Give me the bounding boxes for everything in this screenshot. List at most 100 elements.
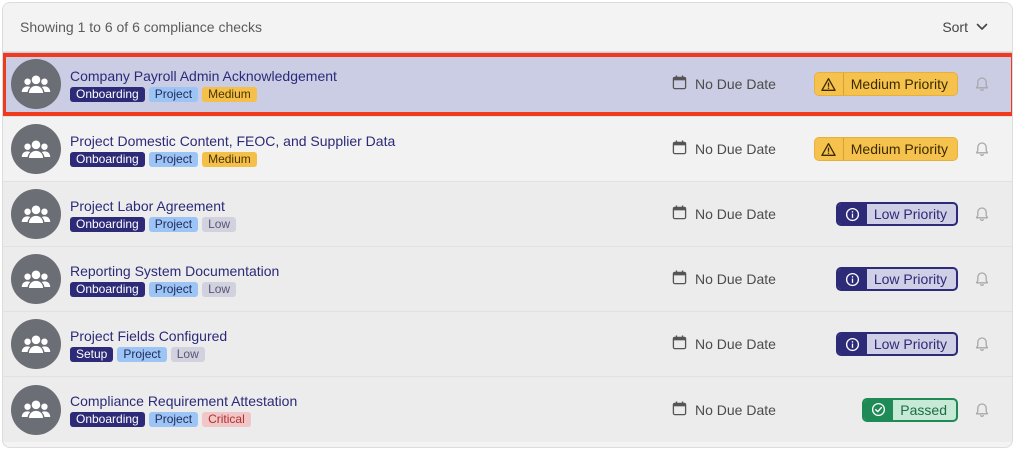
users-icon (11, 189, 61, 239)
status-cell: Medium Priority (794, 72, 958, 96)
status-badge[interactable]: Passed (862, 397, 958, 422)
users-icon (11, 124, 61, 174)
check-info: Compliance Requirement Attestation Onboa… (70, 392, 672, 427)
priority-tag: Low (202, 281, 237, 297)
bell-icon[interactable] (970, 76, 994, 92)
type-tag: Project (117, 346, 167, 362)
type-tag: Project (148, 281, 199, 297)
status-label: Low Priority (873, 206, 947, 222)
compliance-check-row[interactable]: Project Domestic Content, FEOC, and Supp… (3, 117, 1012, 182)
due-date-label: No Due Date (695, 271, 776, 287)
check-info: Company Payroll Admin Acknowledgement On… (70, 67, 672, 102)
list-header: Showing 1 to 6 of 6 compliance checks So… (3, 3, 1012, 52)
chevron-down-icon (976, 23, 988, 31)
calendar-icon (672, 335, 687, 353)
users-icon (11, 384, 61, 435)
check-info: Reporting System Documentation Onboardin… (70, 262, 672, 297)
check-info: Project Domestic Content, FEOC, and Supp… (70, 132, 672, 167)
tag-list: Onboarding Project Medium (70, 151, 672, 167)
due-date-label: No Due Date (695, 141, 776, 157)
compliance-check-list: Company Payroll Admin Acknowledgement On… (3, 52, 1012, 442)
category-tag: Setup (70, 346, 114, 362)
status-cell: Passed (794, 397, 958, 422)
status-label: Passed (900, 401, 947, 418)
tag-list: Onboarding Project Low (70, 216, 672, 232)
check-title[interactable]: Company Payroll Admin Acknowledgement (70, 68, 672, 85)
status-cell: Medium Priority (794, 137, 958, 161)
sort-label: Sort (942, 19, 968, 35)
type-tag: Project (148, 151, 199, 167)
compliance-check-row[interactable]: Project Labor Agreement Onboarding Proje… (3, 182, 1012, 247)
tag-list: Onboarding Project Medium (70, 86, 672, 102)
calendar-icon (672, 75, 687, 93)
check-title[interactable]: Project Fields Configured (70, 328, 672, 345)
due-date: No Due Date (672, 270, 780, 288)
category-tag: Onboarding (70, 216, 145, 232)
info-icon (837, 204, 867, 224)
tag-list: Onboarding Project Critical (70, 412, 672, 427)
check-circle-icon (864, 399, 894, 420)
status-badge[interactable]: Low Priority (835, 202, 958, 226)
warning-icon (814, 73, 844, 95)
due-date: No Due Date (672, 140, 780, 158)
compliance-check-row[interactable]: Project Fields Configured Setup Project … (3, 312, 1012, 377)
due-date-label: No Due Date (695, 336, 776, 352)
compliance-check-row[interactable]: Compliance Requirement Attestation Onboa… (3, 377, 1012, 442)
tag-list: Setup Project Low (70, 346, 672, 362)
users-icon (11, 59, 61, 109)
priority-tag: Low (170, 346, 205, 362)
due-date-label: No Due Date (695, 206, 776, 222)
compliance-check-row[interactable]: Company Payroll Admin Acknowledgement On… (3, 52, 1012, 117)
category-tag: Onboarding (70, 86, 145, 102)
status-label: Low Priority (873, 336, 947, 352)
due-date-label: No Due Date (695, 76, 776, 92)
calendar-icon (672, 270, 687, 288)
category-tag: Onboarding (70, 281, 145, 297)
priority-tag: Medium (202, 86, 257, 102)
bell-icon[interactable] (970, 141, 994, 157)
priority-tag: Medium (202, 151, 257, 167)
tag-list: Onboarding Project Low (70, 281, 672, 297)
status-label: Low Priority (873, 271, 947, 287)
check-title[interactable]: Project Domestic Content, FEOC, and Supp… (70, 133, 672, 150)
due-date: No Due Date (672, 335, 780, 353)
compliance-checks-panel: Showing 1 to 6 of 6 compliance checks So… (2, 2, 1013, 448)
type-tag: Project (148, 86, 199, 102)
status-label: Medium Priority (850, 76, 948, 92)
category-tag: Onboarding (70, 412, 145, 427)
status-cell: Low Priority (794, 202, 958, 226)
type-tag: Project (148, 412, 199, 427)
warning-icon (814, 138, 844, 160)
status-badge[interactable]: Medium Priority (813, 72, 958, 96)
bell-icon[interactable] (970, 402, 994, 418)
bell-icon[interactable] (970, 206, 994, 222)
calendar-icon (672, 140, 687, 158)
due-date: No Due Date (672, 205, 780, 223)
check-title[interactable]: Compliance Requirement Attestation (70, 393, 672, 410)
due-date-label: No Due Date (695, 401, 776, 418)
users-icon (11, 254, 61, 304)
status-badge[interactable]: Low Priority (835, 267, 958, 291)
check-title[interactable]: Project Labor Agreement (70, 198, 672, 215)
bell-icon[interactable] (970, 336, 994, 352)
info-icon (837, 334, 867, 354)
status-badge[interactable]: Medium Priority (813, 137, 958, 161)
info-icon (837, 269, 867, 289)
status-cell: Low Priority (794, 267, 958, 291)
results-summary: Showing 1 to 6 of 6 compliance checks (20, 19, 263, 35)
calendar-icon (672, 205, 687, 223)
status-label: Medium Priority (850, 141, 948, 157)
check-title[interactable]: Reporting System Documentation (70, 263, 672, 280)
bell-icon[interactable] (970, 271, 994, 287)
due-date: No Due Date (672, 75, 780, 93)
category-tag: Onboarding (70, 151, 145, 167)
calendar-icon (672, 401, 687, 419)
check-info: Project Labor Agreement Onboarding Proje… (70, 197, 672, 232)
status-badge[interactable]: Low Priority (835, 332, 958, 356)
due-date: No Due Date (672, 401, 780, 419)
compliance-check-row[interactable]: Reporting System Documentation Onboardin… (3, 247, 1012, 312)
sort-button[interactable]: Sort (942, 19, 988, 35)
type-tag: Project (148, 216, 199, 232)
check-info: Project Fields Configured Setup Project … (70, 327, 672, 362)
priority-tag: Low (202, 216, 237, 232)
